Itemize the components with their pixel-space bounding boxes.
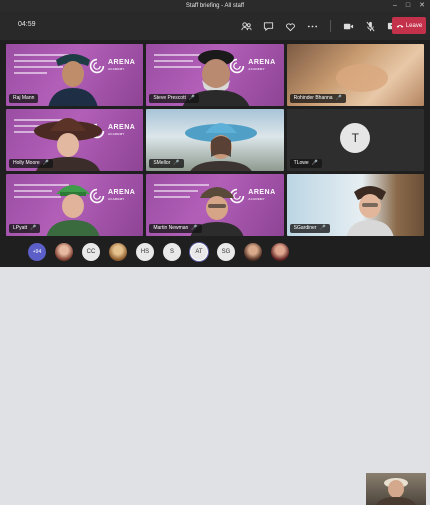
window-title: Staff briefing - All staff bbox=[185, 3, 245, 9]
participant-tile[interactable]: T TLowe 🎤 bbox=[286, 109, 424, 171]
participant-tile[interactable]: Rohinder Bhanna 🎤 bbox=[286, 44, 424, 106]
participant-name-tag: SGardiner 🎤 bbox=[289, 224, 330, 233]
participant-name: Raj Mann bbox=[13, 95, 35, 101]
avatar[interactable] bbox=[271, 243, 289, 261]
participant-name-tag: Raj Mann bbox=[9, 94, 39, 103]
participant-name: LPyatt bbox=[13, 225, 28, 231]
participant-name: Holly Moore bbox=[13, 160, 40, 166]
participant-video bbox=[46, 185, 100, 236]
toolbar-divider bbox=[330, 20, 331, 32]
mic-off-icon: 🎤 bbox=[319, 225, 326, 231]
avatar[interactable]: SG bbox=[217, 243, 235, 261]
avatar[interactable]: HS bbox=[136, 243, 154, 261]
participant-name: Rohinder Bhanna bbox=[293, 95, 333, 101]
participant-strip: +94 CC HS S AT SG bbox=[28, 243, 289, 261]
participant-tile[interactable]: SGardiner 🎤 bbox=[286, 174, 424, 236]
meeting-controls bbox=[240, 18, 399, 34]
self-view-video[interactable] bbox=[366, 473, 426, 505]
participant-name-tag: Holly Moore 🎤 bbox=[9, 159, 53, 168]
participant-tile[interactable]: ARENA ACADEMY Raj Mann bbox=[6, 44, 144, 106]
participant-strip-bar: +94 CC HS S AT SG bbox=[0, 238, 430, 505]
arena-brand-sub: ACADEMY bbox=[107, 67, 125, 71]
leave-label: Leave bbox=[405, 22, 423, 29]
mic-off-icon: 🎤 bbox=[173, 160, 180, 166]
participant-name: SMellor bbox=[153, 160, 171, 166]
close-icon[interactable]: ✕ bbox=[419, 0, 425, 12]
chat-icon[interactable] bbox=[262, 20, 275, 33]
participant-tile[interactable]: ARENA ACADEMY Holly Moore 🎤 bbox=[6, 109, 144, 171]
arena-brand: ARENA bbox=[107, 59, 136, 66]
participant-name-tag: Martin Newman 🎤 bbox=[149, 224, 202, 233]
more-icon[interactable] bbox=[306, 20, 319, 33]
mic-off-icon: 🎤 bbox=[30, 225, 37, 231]
participant-name: Martin Newman bbox=[153, 225, 189, 231]
people-icon[interactable] bbox=[240, 20, 253, 33]
avatar[interactable] bbox=[55, 243, 73, 261]
mic-off-icon: 🎤 bbox=[311, 160, 318, 166]
avatar[interactable]: CC bbox=[82, 243, 100, 261]
participant-name: TLowe bbox=[293, 160, 309, 166]
participant-tile[interactable]: ARENA ACADEMY Martin Newman 🎤 bbox=[146, 174, 284, 236]
maximize-icon[interactable]: □ bbox=[406, 0, 410, 12]
arena-brand-sub: ACADEMY bbox=[107, 132, 125, 136]
mic-off-icon: 🎤 bbox=[188, 95, 196, 101]
participant-video bbox=[335, 64, 388, 92]
arena-brand: ARENA bbox=[248, 189, 276, 196]
leave-button[interactable]: Leave bbox=[392, 17, 426, 34]
teams-meeting-window: Staff briefing - All staff – □ ✕ 04:59 L… bbox=[0, 0, 430, 505]
avatar: T bbox=[340, 123, 371, 153]
participant-name-tag: SMellor 🎤 bbox=[149, 159, 184, 168]
participant-video bbox=[185, 123, 258, 171]
participant-name-tag: Rohinder Bhanna 🎤 bbox=[289, 94, 346, 103]
meeting-timer: 04:59 bbox=[18, 21, 36, 28]
mic-off-icon: 🎤 bbox=[191, 225, 198, 231]
participant-tile[interactable]: SMellor 🎤 bbox=[146, 109, 284, 171]
avatar[interactable] bbox=[109, 243, 127, 261]
camera-icon[interactable] bbox=[342, 20, 355, 33]
participant-name-tag: TLowe 🎤 bbox=[289, 159, 322, 168]
participant-video bbox=[48, 54, 98, 106]
video-grid: ARENA ACADEMY Raj Mann ARENA ACADEMY Ste… bbox=[6, 44, 424, 236]
avatar[interactable]: AT bbox=[190, 243, 208, 261]
participant-name-tag: Steve Prescott 🎤 bbox=[149, 94, 200, 103]
participant-name: SGardiner bbox=[293, 225, 317, 231]
mic-off-icon: 🎤 bbox=[335, 95, 342, 101]
title-bar: Staff briefing - All staff – □ ✕ bbox=[0, 0, 430, 12]
participant-video bbox=[346, 186, 394, 236]
mic-icon[interactable] bbox=[364, 20, 377, 33]
participant-name-tag: LPyatt 🎤 bbox=[9, 224, 41, 233]
more-participants-button[interactable]: +94 bbox=[28, 243, 46, 261]
arena-brand-sub: ACADEMY bbox=[248, 197, 265, 201]
participant-tile[interactable]: ARENA ACADEMY Steve Prescott 🎤 bbox=[146, 44, 284, 106]
meeting-toolbar: 04:59 Leave bbox=[0, 12, 430, 40]
participant-tile[interactable]: ARENA ACADEMY LPyatt 🎤 bbox=[6, 174, 144, 236]
phone-icon bbox=[396, 24, 404, 28]
participant-name: Steve Prescott bbox=[153, 95, 186, 101]
reactions-icon[interactable] bbox=[284, 20, 297, 33]
avatar[interactable] bbox=[244, 243, 262, 261]
arena-brand: ARENA bbox=[107, 189, 136, 196]
arena-brand: ARENA bbox=[107, 124, 136, 131]
avatar[interactable]: S bbox=[163, 243, 181, 261]
minimize-icon[interactable]: – bbox=[393, 0, 397, 12]
window-controls: – □ ✕ bbox=[393, 0, 425, 12]
arena-brand-sub: ACADEMY bbox=[107, 197, 125, 201]
self-view-person bbox=[376, 478, 416, 505]
mic-off-icon: 🎤 bbox=[42, 160, 49, 166]
